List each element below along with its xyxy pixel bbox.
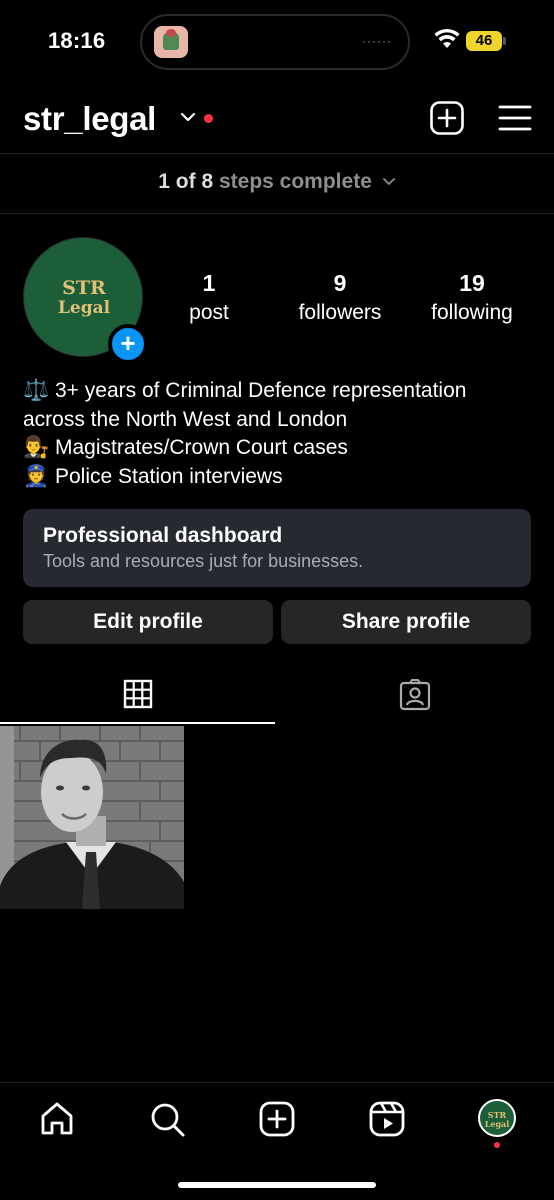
battery-indicator: 46 xyxy=(466,31,502,51)
plus-icon: + xyxy=(120,328,136,358)
stat-posts[interactable]: 1 post xyxy=(168,270,250,325)
bio-line: 👮 Police Station interviews xyxy=(23,464,283,488)
bio-line: across the North West and London xyxy=(23,407,348,431)
post-thumbnail[interactable] xyxy=(0,726,184,909)
search-icon[interactable] xyxy=(147,1099,187,1139)
bio-line: 👨‍⚖️ Magistrates/Crown Court cases xyxy=(23,436,348,459)
create-post-icon[interactable] xyxy=(257,1099,297,1139)
tab-tagged[interactable] xyxy=(279,668,554,724)
stat-posts-label: post xyxy=(189,301,229,324)
onboarding-steps[interactable]: 1 of 8 steps complete xyxy=(0,154,554,214)
chevron-down-icon[interactable] xyxy=(180,110,196,124)
edit-profile-button[interactable]: Edit profile xyxy=(23,600,273,644)
steps-label: steps complete xyxy=(218,170,372,193)
grid-icon xyxy=(123,679,153,709)
live-activity-app-icon xyxy=(154,26,188,58)
username-switcher[interactable]: str_legal xyxy=(23,100,156,138)
stat-following-count: 19 xyxy=(459,270,485,296)
profile-photo-image xyxy=(0,726,184,909)
battery-tip xyxy=(503,37,506,45)
stat-following[interactable]: 19 following xyxy=(416,270,528,325)
bio: ⚖️ 3+ years of Criminal Defence represen… xyxy=(23,377,543,491)
tagged-icon xyxy=(399,679,431,711)
bio-line: ⚖️ 3+ years of Criminal Defence represen… xyxy=(23,379,467,402)
clock: 18:16 xyxy=(48,28,106,53)
stat-followers-label: followers xyxy=(298,301,382,324)
share-profile-button[interactable]: Share profile xyxy=(281,600,531,644)
stat-followers[interactable]: 9 followers xyxy=(280,270,400,325)
professional-dashboard-card[interactable]: Professional dashboard Tools and resourc… xyxy=(23,509,531,587)
new-post-icon[interactable] xyxy=(429,100,465,136)
avatar: STR Legal xyxy=(478,1099,516,1137)
add-story-button[interactable]: + xyxy=(108,324,148,364)
dashboard-subtitle: Tools and resources just for businesses. xyxy=(43,551,364,571)
reels-icon[interactable] xyxy=(367,1099,407,1139)
menu-icon[interactable] xyxy=(497,100,533,136)
status-bar: 18:16 ······ 46 xyxy=(0,0,554,84)
tab-posts-grid[interactable] xyxy=(0,668,275,724)
stat-following-label: following xyxy=(431,301,513,324)
chevron-down-icon xyxy=(382,178,395,186)
notification-dot xyxy=(494,1142,500,1148)
wifi-icon xyxy=(434,28,460,48)
home-icon[interactable] xyxy=(37,1099,77,1139)
avatar-logo: STR Legal xyxy=(57,277,111,318)
dashboard-title: Professional dashboard xyxy=(43,524,283,547)
stat-followers-count: 9 xyxy=(333,270,347,296)
profile-header: str_legal xyxy=(0,84,554,154)
stat-posts-count: 1 xyxy=(202,270,216,296)
home-indicator[interactable] xyxy=(178,1182,376,1188)
steps-count: 1 of 8 xyxy=(158,170,214,193)
dynamic-island[interactable]: ······ xyxy=(140,14,410,70)
island-dots: ······ xyxy=(362,34,392,48)
nav-profile-avatar[interactable]: STR Legal xyxy=(478,1099,518,1148)
notification-dot xyxy=(204,114,213,123)
